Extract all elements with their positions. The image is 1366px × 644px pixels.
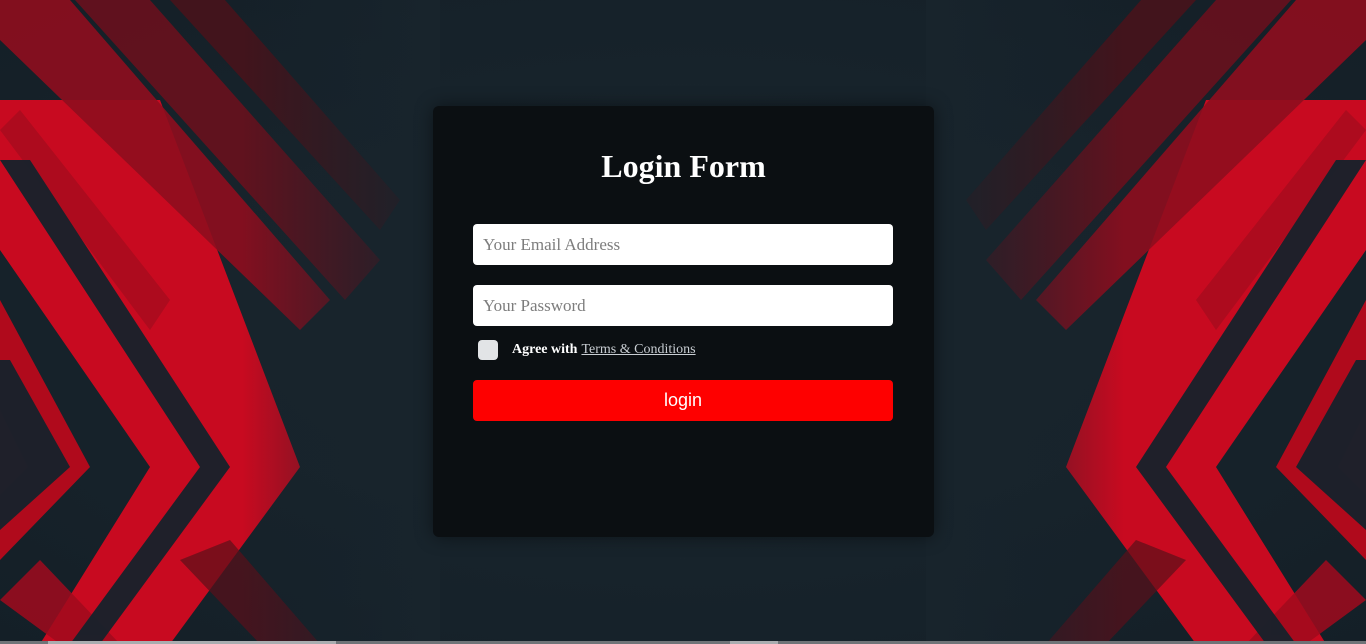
login-card: Login Form Agree with Terms & Conditions… — [433, 106, 934, 537]
agree-checkbox[interactable] — [478, 340, 498, 360]
password-input[interactable] — [473, 285, 893, 326]
login-button[interactable]: login — [473, 380, 893, 421]
agree-label: Agree with — [512, 342, 578, 357]
terms-conditions-link[interactable]: Terms & Conditions — [581, 342, 695, 358]
page-background: Login Form Agree with Terms & Conditions… — [0, 0, 1366, 644]
form-title: Login Form — [601, 148, 766, 184]
email-input[interactable] — [473, 224, 893, 265]
terms-agreement-row: Agree with Terms & Conditions — [478, 340, 696, 360]
